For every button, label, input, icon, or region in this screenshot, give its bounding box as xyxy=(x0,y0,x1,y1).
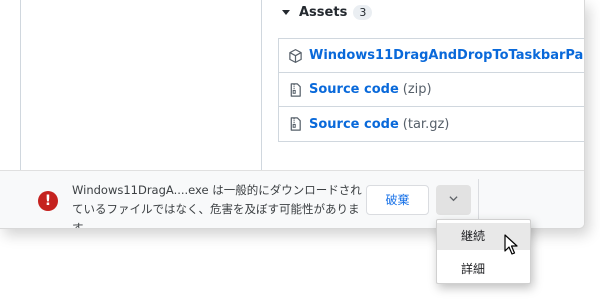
browser-window: Assets 3 Windows11DragAndDropToTaskbarPa… xyxy=(0,0,585,229)
mouse-cursor-icon xyxy=(504,234,518,255)
asset-list: Windows11DragAndDropToTaskbarPartialFix.… xyxy=(278,38,584,142)
asset-format: (tar.gz) xyxy=(402,116,450,132)
menu-item-details[interactable]: 詳細 xyxy=(437,256,530,283)
assets-title: Assets xyxy=(299,4,348,20)
asset-link[interactable]: Source code xyxy=(309,117,399,132)
asset-link[interactable]: Source code xyxy=(309,82,399,97)
file-zip-icon xyxy=(290,117,301,131)
asset-format: (zip) xyxy=(402,82,432,97)
release-page: Assets 3 Windows11DragAndDropToTaskbarPa… xyxy=(0,0,584,170)
asset-row-targz[interactable]: Source code (tar.gz) xyxy=(279,107,584,141)
warning-line: ているファイルではなく、危害を及ぼす可能性があります。 xyxy=(72,202,360,229)
asset-link[interactable]: Windows11DragAndDropToTaskbarPartialFix.… xyxy=(309,48,584,63)
assets-count-badge: 3 xyxy=(353,4,373,20)
layout-divider xyxy=(261,0,262,170)
assets-header[interactable]: Assets 3 xyxy=(282,3,373,21)
asset-row-exe[interactable]: Windows11DragAndDropToTaskbarPartialFix.… xyxy=(279,39,584,73)
layout-divider xyxy=(20,0,21,170)
package-icon xyxy=(289,48,302,63)
warning-glyph: ! xyxy=(44,193,52,209)
asset-row-zip[interactable]: Source code (zip) xyxy=(279,73,584,107)
discard-button[interactable]: 破棄 xyxy=(366,185,429,215)
divider xyxy=(478,179,479,223)
download-warning-text: Windows11DragA....exe は一般的にダウンロードされ ているフ… xyxy=(72,181,362,229)
warning-icon: ! xyxy=(38,191,58,211)
warning-line: Windows11DragA....exe は一般的にダウンロードされ xyxy=(72,183,362,197)
more-options-button[interactable] xyxy=(436,185,471,215)
caret-down-icon xyxy=(282,9,290,15)
file-zip-icon xyxy=(290,82,301,97)
chevron-down-icon xyxy=(449,196,458,202)
